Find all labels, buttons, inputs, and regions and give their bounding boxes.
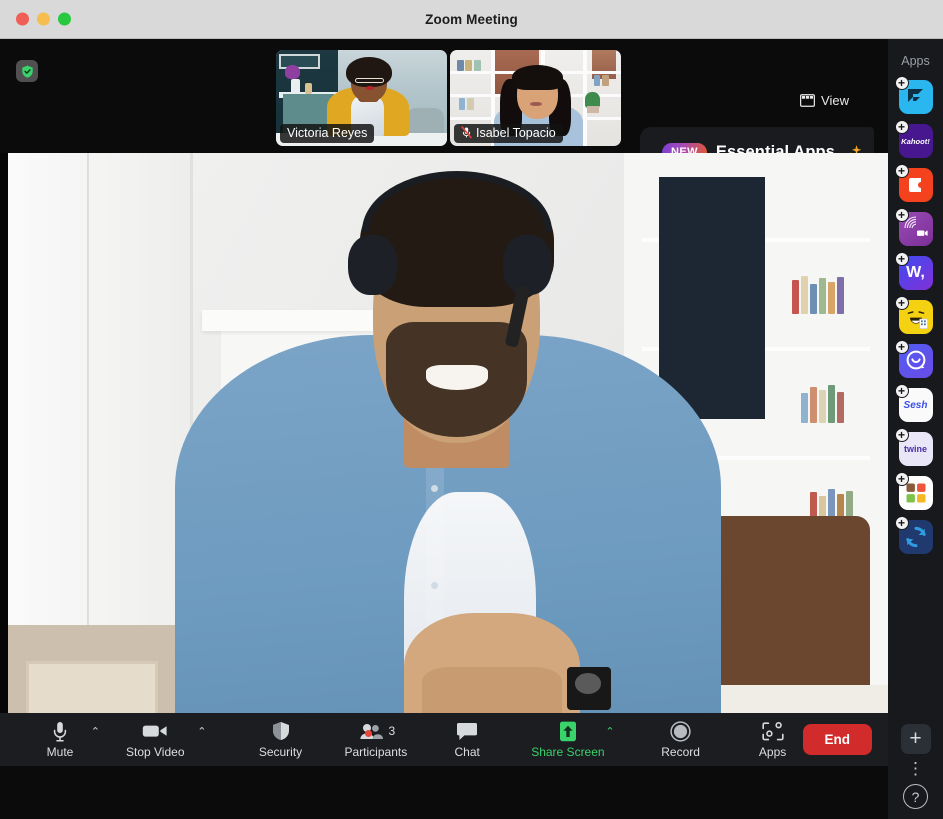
apps-list: + Kahoot! + + + W, + + + Sesh + twine + …: [894, 76, 933, 554]
kahoot-app-icon[interactable]: Kahoot! +: [894, 120, 933, 158]
participant-thumbnail[interactable]: Victoria Reyes: [276, 50, 447, 146]
active-speaker-video[interactable]: [8, 153, 888, 758]
video-camera-icon: [142, 721, 168, 742]
apps-button[interactable]: Apps: [745, 713, 801, 766]
participants-button-label: Participants: [344, 744, 408, 759]
add-app-badge[interactable]: +: [894, 76, 909, 90]
microphone-icon: [52, 721, 68, 742]
share-screen-button[interactable]: Share Screen ⌃: [531, 713, 615, 766]
smile-app-icon[interactable]: +: [894, 340, 933, 378]
encryption-status-badge[interactable]: [16, 60, 38, 82]
add-app-badge[interactable]: +: [894, 516, 909, 530]
add-app-badge[interactable]: +: [894, 252, 909, 266]
participant-name-badge: Isabel Topacio: [454, 123, 563, 143]
apps-button-label: Apps: [758, 744, 787, 759]
add-app-badge[interactable]: +: [894, 472, 909, 486]
video-app-icon[interactable]: +: [894, 208, 933, 246]
emoji-app-icon[interactable]: +: [894, 296, 933, 334]
share-arrow-icon: [551, 721, 585, 742]
chat-button-label: Chat: [454, 744, 480, 759]
more-options-button[interactable]: ⋮: [907, 760, 924, 776]
add-app-badge[interactable]: +: [894, 120, 909, 134]
share-screen-button-label: Share Screen: [531, 744, 605, 759]
meeting-toolbar: Mute ⌃ Stop Video ⌃ Security 3 Participa…: [0, 713, 888, 766]
add-app-badge[interactable]: +: [894, 208, 909, 222]
add-app-badge[interactable]: +: [894, 164, 909, 178]
apps-sidebar-title: Apps: [901, 54, 930, 68]
help-button[interactable]: ?: [903, 784, 928, 809]
twine-app-icon[interactable]: twine +: [894, 428, 933, 466]
share-options-chevron[interactable]: ⌃: [605, 727, 614, 738]
record-button-label: Record: [661, 744, 700, 759]
zoom-meeting-window: Zoom Meeting Victoria Reyes Isabel Topac…: [0, 0, 943, 819]
mute-button-label: Mute: [46, 744, 74, 759]
title-bar: Zoom Meeting: [0, 0, 943, 39]
sync-app-icon[interactable]: +: [894, 516, 933, 554]
add-app-badge[interactable]: +: [894, 384, 909, 398]
twine-app-label: twine: [903, 444, 927, 454]
participant-name-badge: Victoria Reyes: [280, 123, 375, 143]
add-app-badge[interactable]: +: [894, 428, 909, 442]
w-app-label: W,: [906, 264, 925, 281]
chat-button[interactable]: Chat: [439, 713, 495, 766]
maximize-window-button[interactable]: [58, 12, 71, 26]
puzzle-app-icon[interactable]: +: [894, 164, 933, 202]
window-title: Zoom Meeting: [425, 11, 518, 27]
shield-icon: [272, 721, 290, 742]
apps-frame-icon: [761, 721, 784, 742]
apps-sidebar: Apps + Kahoot! + + + W, + + + Sesh + twi…: [888, 39, 943, 819]
participants-notification-dot: [364, 729, 372, 737]
meeting-stage: Victoria Reyes Isabel Topacio View NEW E…: [0, 39, 888, 766]
apps-sidebar-footer: + ⋮ ?: [888, 723, 943, 809]
audio-options-chevron[interactable]: ⌃: [91, 727, 100, 738]
participants-count: 3: [388, 724, 396, 738]
video-options-chevron[interactable]: ⌃: [197, 727, 206, 738]
participant-name: Victoria Reyes: [287, 125, 368, 140]
window-controls: [16, 12, 71, 26]
chat-bubble-icon: [456, 721, 478, 742]
add-apps-button[interactable]: +: [900, 723, 931, 754]
grid-app-icon[interactable]: +: [894, 472, 933, 510]
record-circle-icon: [670, 720, 691, 742]
participant-name: Isabel Topacio: [476, 125, 556, 140]
close-window-button[interactable]: [16, 12, 29, 26]
stop-video-button[interactable]: Stop Video ⌃: [126, 713, 207, 766]
security-button-label: Security: [258, 744, 303, 759]
sesh-app-icon[interactable]: Sesh +: [894, 384, 933, 422]
w-app-icon[interactable]: W, +: [894, 252, 933, 290]
record-button[interactable]: Record: [653, 713, 709, 766]
funnel-app-icon[interactable]: +: [894, 76, 933, 114]
minimize-window-button[interactable]: [37, 12, 50, 26]
people-icon: 3: [357, 721, 396, 742]
participants-button[interactable]: 3 Participants: [344, 713, 408, 766]
kahoot-app-label: Kahoot!: [901, 136, 930, 146]
security-button[interactable]: Security: [253, 713, 309, 766]
stop-video-button-label: Stop Video: [126, 744, 185, 759]
add-app-badge[interactable]: +: [894, 340, 909, 354]
participant-thumbnail[interactable]: Isabel Topacio: [450, 50, 621, 146]
mic-muted-icon: [461, 126, 472, 139]
shield-check-icon: [21, 65, 33, 78]
layout-grid-icon: [800, 94, 816, 107]
view-button-label: View: [821, 93, 849, 108]
mute-button[interactable]: Mute ⌃: [32, 713, 100, 766]
add-app-badge[interactable]: +: [894, 296, 909, 310]
view-layout-button[interactable]: View: [800, 93, 849, 108]
end-meeting-button[interactable]: End: [802, 724, 872, 755]
sesh-app-label: Sesh: [903, 399, 928, 411]
